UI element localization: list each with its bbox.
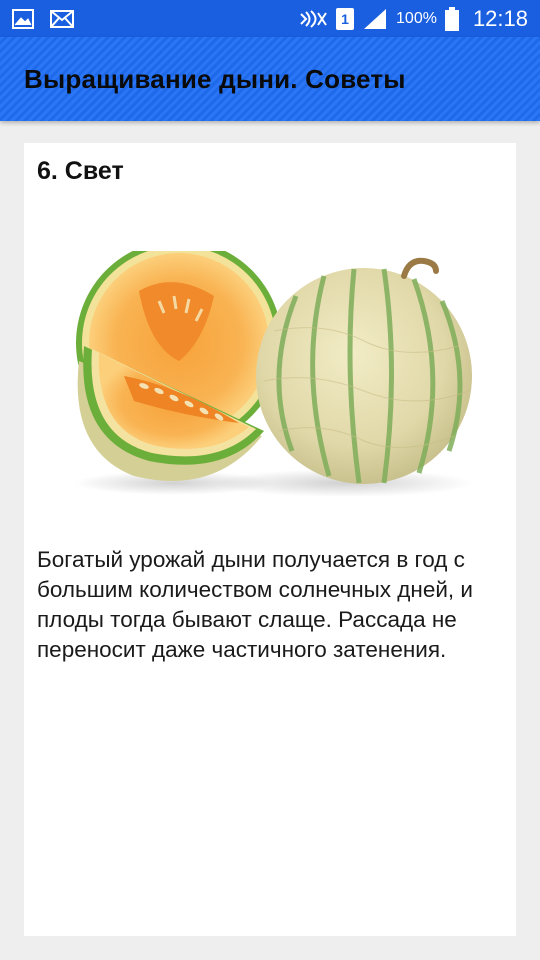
clock: 12:18 xyxy=(472,5,528,31)
battery-percent: 100% xyxy=(396,9,437,27)
app-bar: Выращивание дыни. Советы xyxy=(0,37,540,121)
mail-icon xyxy=(50,9,74,28)
nfc-mute-icon xyxy=(298,9,328,29)
article-body: Богатый урожай дыни получается в год с б… xyxy=(37,547,474,662)
signal-icon xyxy=(362,8,388,30)
battery-icon xyxy=(444,6,459,31)
article-heading: 6. Свет xyxy=(37,157,124,185)
melon-image xyxy=(64,240,484,501)
status-bar: 1 100% 12:18 xyxy=(0,0,540,37)
article-card: 6. Свет Богатый урожай дыни получается в… xyxy=(24,143,516,936)
image-icon xyxy=(12,8,34,29)
sim-icon: 1 xyxy=(336,7,355,30)
app-title: Выращивание дыни. Советы xyxy=(24,63,406,94)
